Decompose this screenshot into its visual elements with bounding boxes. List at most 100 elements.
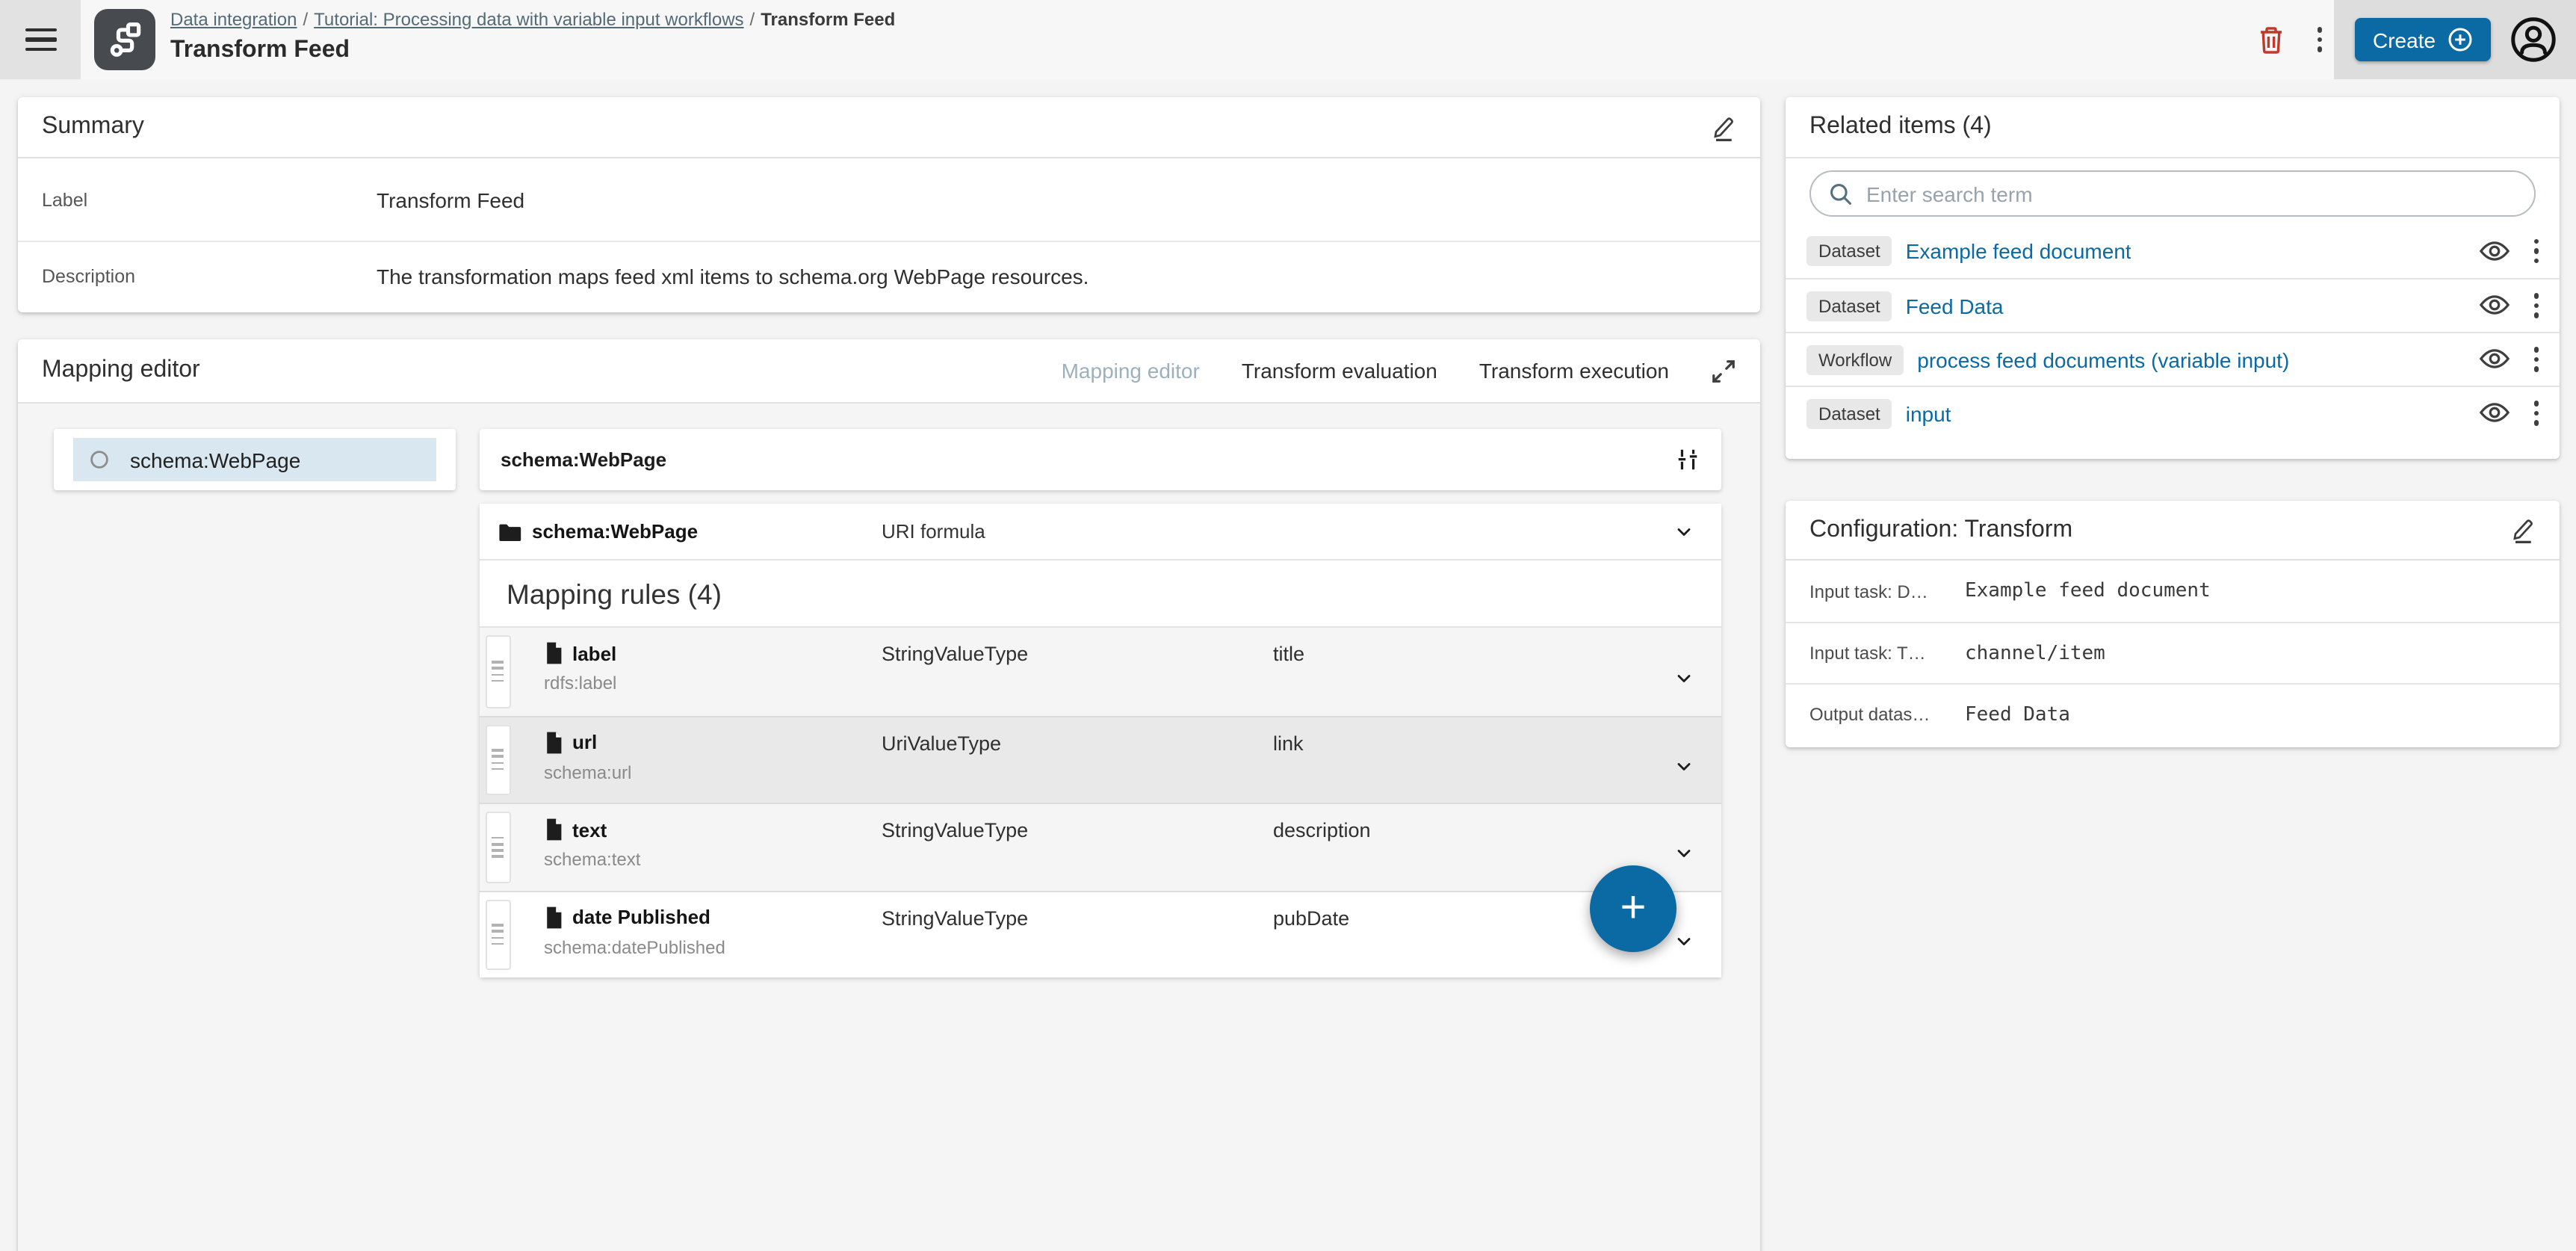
search-icon [1829,182,1853,206]
tab-mapping-editor[interactable]: Mapping editor [1062,359,1200,383]
item-type-badge: Dataset [1806,236,1892,266]
related-item-link[interactable]: Feed Data [1906,294,2004,318]
item-menu-button[interactable] [2533,401,2539,425]
mapping-tabs: Mapping editor Transform evaluation Tran… [1062,358,1736,383]
related-item-row: Dataset input [1786,386,2560,439]
transform-task-icon [94,9,155,70]
mapping-editor-body: schema:WebPage schema:WebPage [18,404,1760,1251]
config-value: Example feed document [1965,580,2211,602]
tab-transform-execution[interactable]: Transform execution [1479,359,1669,383]
folder-icon [498,521,521,542]
app: Data integration / Tutorial: Processing da… [0,0,2576,1251]
breadcrumb: Data integration / Tutorial: Processing da… [170,9,895,30]
edit-configuration-button[interactable] [2509,516,2536,544]
menu-toggle-button[interactable] [0,0,81,79]
rule-name: date Published [572,906,710,928]
edit-pencil-icon [2509,516,2536,544]
file-icon [544,641,563,665]
account-button[interactable] [2509,15,2558,64]
item-menu-button[interactable] [2533,348,2539,371]
mapping-rule-row[interactable]: date Published schema:datePublished Stri… [480,890,1721,977]
drag-handle[interactable] [486,635,511,708]
preview-item-button[interactable] [2478,241,2510,262]
config-row: Output datas… Feed Data [1786,683,2560,744]
item-type-badge: Workflow [1806,345,1904,374]
rule-panel-title: schema:WebPage [501,448,666,471]
config-value: Feed Data [1965,703,2070,726]
summary-card: Summary Label Transform Feed Description… [18,97,1760,312]
rule-value-type: StringValueType [882,818,1273,841]
header-right-section: Create [2334,0,2576,79]
related-item-link[interactable]: input [1906,401,1951,425]
edit-summary-button[interactable] [1709,113,1736,141]
drag-handle[interactable] [486,724,511,795]
expand-root-button[interactable] [1665,521,1703,542]
rule-property: schema:datePublished [544,936,882,957]
rule-name: label [572,642,616,664]
config-label: Input task: D… [1809,581,1965,602]
rule-property: schema:url [544,762,882,782]
expand-rule-button[interactable] [1665,668,1703,689]
chevron-down-icon [1674,668,1694,689]
related-item-row: Dataset Example feed document [1786,224,2560,278]
create-button[interactable]: Create [2355,18,2491,61]
expand-rule-button[interactable] [1665,931,1703,952]
mapping-rule-row[interactable]: label rdfs:label StringValueType title [480,628,1721,715]
chevron-down-icon [1674,756,1694,777]
eye-icon [2478,295,2510,316]
root-mapping-row[interactable]: schema:WebPage URI formula [480,504,1721,560]
chevron-down-icon [1674,931,1694,952]
rule-property: schema:text [544,849,882,870]
config-label: Input task: T… [1809,643,1965,664]
breadcrumb-current: Transform Feed [761,9,895,30]
trash-icon [2257,25,2284,55]
related-item-row: Dataset Feed Data [1786,278,2560,332]
chevron-down-icon [1674,521,1694,542]
search-input[interactable] [1866,182,2516,206]
add-mapping-rule-button[interactable]: + [1590,865,1676,952]
expand-fullscreen-button[interactable] [1711,358,1736,383]
plus-icon: + [1620,886,1646,931]
eye-icon [2478,349,2510,370]
breadcrumb-separator: / [750,9,755,30]
breadcrumb-link-data-integration[interactable]: Data integration [170,9,297,30]
file-icon [544,730,563,754]
rule-panel-settings-button[interactable] [1675,447,1700,472]
tab-transform-evaluation[interactable]: Transform evaluation [1242,359,1437,383]
related-item-link[interactable]: Example feed document [1906,239,2131,263]
eye-icon [2478,241,2510,262]
rule-source-path: description [1273,818,1665,841]
page-title: Transform Feed [170,37,895,64]
eye-icon [2478,403,2510,424]
expand-rule-button[interactable] [1665,756,1703,777]
preview-item-button[interactable] [2478,403,2510,424]
preview-item-button[interactable] [2478,349,2510,370]
delete-button[interactable] [2257,25,2284,55]
config-label: Output datas… [1809,704,1965,725]
tree-item-schema-webpage[interactable]: schema:WebPage [73,438,436,481]
drag-handle[interactable] [486,812,511,883]
field-value: Transform Feed [377,188,524,211]
item-menu-button[interactable] [2533,239,2539,263]
field-label: Label [42,189,377,210]
item-type-badge: Dataset [1806,398,1892,428]
config-row: Input task: D… Example feed document [1786,560,2560,622]
preview-item-button[interactable] [2478,295,2510,316]
summary-label-row: Label Transform Feed [18,158,1760,242]
item-type-badge: Dataset [1806,291,1892,321]
drag-handle[interactable] [486,899,511,970]
item-menu-button[interactable] [2533,294,2539,318]
rule-panel-header: schema:WebPage [480,429,1721,490]
related-item-link[interactable]: process feed documents (variable input) [1917,348,2289,371]
expand-rule-button[interactable] [1665,844,1703,865]
summary-title: Summary [42,114,144,140]
mapping-rules-heading: Mapping rules (4) [480,560,1721,628]
more-options-button[interactable] [2317,28,2322,52]
uri-formula-label: URI formula [882,520,1273,543]
breadcrumb-link-tutorial[interactable]: Tutorial: Processing data with variable … [314,9,743,30]
mapping-rule-row[interactable]: url schema:url UriValueType link [480,715,1721,803]
mapping-rule-row[interactable]: text schema:text StringValueType descrip… [480,803,1721,890]
rule-name: url [572,731,597,753]
mapping-editor-card: Mapping editor Mapping editor Transform … [18,339,1760,1251]
rule-source-path: link [1273,730,1665,754]
